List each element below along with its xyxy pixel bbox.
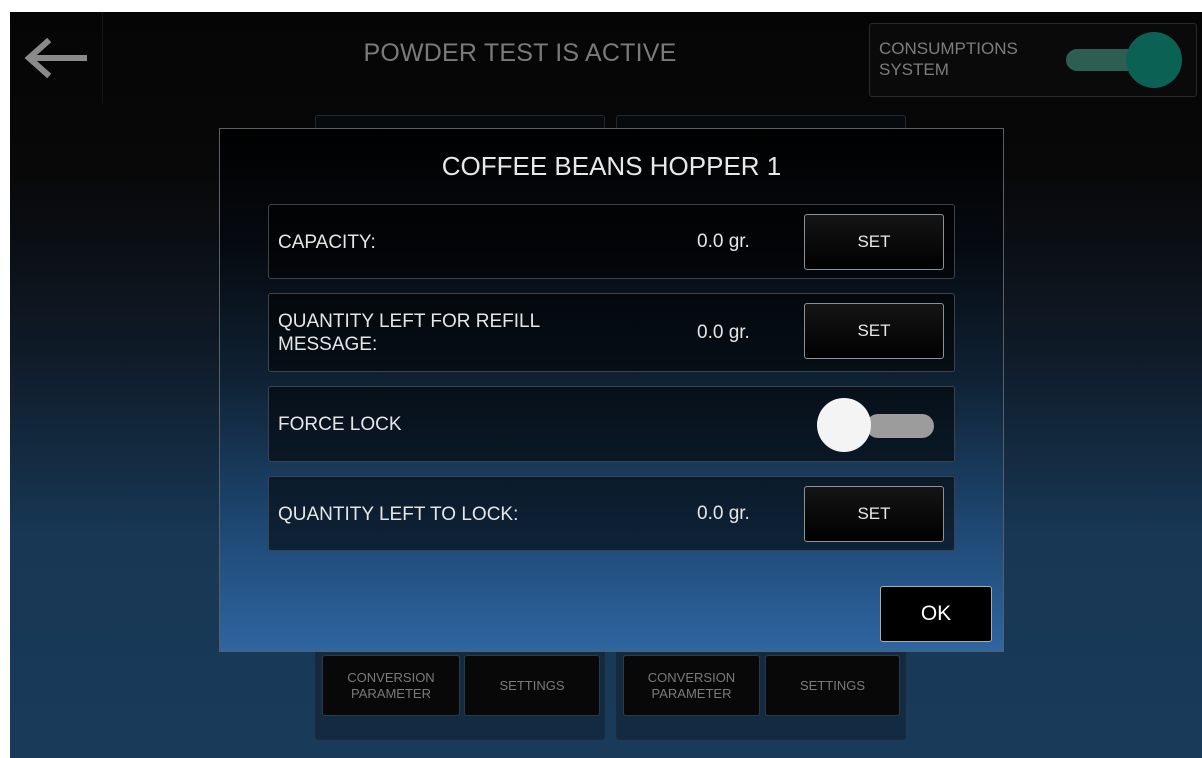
ok-button[interactable]: OK [880, 586, 992, 642]
settings-button-left[interactable]: SETTINGS [464, 655, 600, 716]
conversion-parameter-button-left[interactable]: CONVERSION PARAMETER [322, 655, 460, 716]
conversion-parameter-button-right[interactable]: CONVERSION PARAMETER [623, 655, 760, 716]
capacity-label: CAPACITY: [278, 232, 376, 253]
back-button[interactable] [10, 12, 103, 104]
refill-message-label: QUANTITY LEFT FOR REFILL MESSAGE: [278, 310, 540, 356]
screen: POWDER TEST IS ACTIVE CONSUMPTIONS SYSTE… [10, 12, 1202, 758]
dialog-title: COFFEE BEANS HOPPER 1 [441, 151, 782, 181]
toggle-knob [1126, 32, 1182, 88]
conversion-label-line1: CONVERSION [347, 669, 435, 685]
refill-message-row: QUANTITY LEFT FOR REFILL MESSAGE: 0.0 gr… [268, 293, 955, 372]
consumptions-system-label: CONSUMPTIONS SYSTEM [879, 38, 1059, 80]
toggle-knob [817, 398, 871, 452]
quantity-to-lock-label: QUANTITY LEFT TO LOCK: [278, 504, 519, 525]
force-lock-label: FORCE LOCK [278, 414, 402, 435]
refill-message-value: 0.0 gr. [697, 322, 750, 343]
consumptions-system-panel: CONSUMPTIONS SYSTEM [869, 23, 1197, 97]
refill-label-line2: MESSAGE: [278, 334, 378, 355]
force-lock-row: FORCE LOCK [268, 386, 955, 462]
header-title: POWDER TEST IS ACTIVE [363, 38, 677, 67]
capacity-set-button[interactable]: SET [804, 214, 944, 270]
capacity-value: 0.0 gr. [697, 231, 750, 252]
conversion-label-line1: CONVERSION [647, 669, 736, 685]
quantity-to-lock-value: 0.0 gr. [697, 503, 750, 524]
quantity-to-lock-row: QUANTITY LEFT TO LOCK: 0.0 gr. SET [268, 476, 955, 551]
refill-label-line1: QUANTITY LEFT FOR REFILL [278, 311, 541, 332]
hopper-settings-dialog: COFFEE BEANS HOPPER 1 CAPACITY: 0.0 gr. … [219, 128, 1004, 652]
quantity-to-lock-set-button[interactable]: SET [804, 486, 944, 542]
settings-button-right[interactable]: SETTINGS [765, 655, 900, 716]
capacity-row: CAPACITY: 0.0 gr. SET [268, 204, 955, 279]
conversion-label-line2: PARAMETER [651, 685, 732, 701]
refill-message-set-button[interactable]: SET [804, 303, 944, 359]
toggle-track [866, 414, 934, 438]
consumptions-label-line2: SYSTEM [879, 60, 949, 79]
consumptions-label-line1: CONSUMPTIONS [879, 39, 1018, 58]
arrow-left-icon [24, 38, 87, 78]
conversion-label-line2: PARAMETER [351, 685, 431, 701]
